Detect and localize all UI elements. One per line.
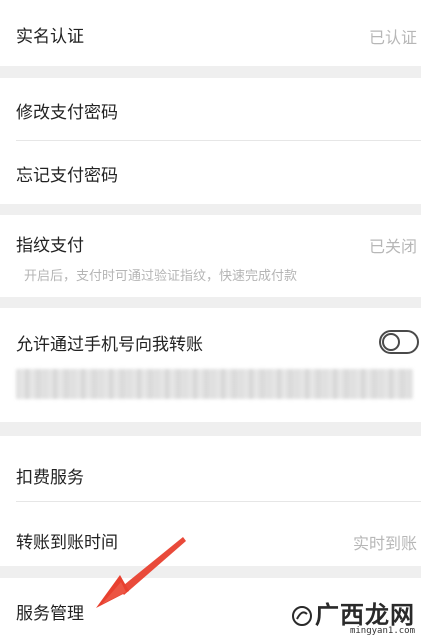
phone-transfer-label: 允许通过手机号向我转账 xyxy=(16,335,203,355)
fingerprint-pay-status: 已关闭 xyxy=(368,237,417,256)
deduction-service-label: 扣费服务 xyxy=(16,468,84,488)
blurred-phone-number xyxy=(16,369,413,399)
change-pay-password-label: 修改支付密码 xyxy=(16,103,118,123)
row-fingerprint-pay[interactable]: 指纹支付 已关闭 开启后，支付时可通过验证指纹，快速完成付款 xyxy=(0,215,421,297)
transfer-arrival-time-label: 转账到账时间 xyxy=(16,533,118,553)
real-name-label: 实名认证 xyxy=(16,27,84,47)
row-change-pay-password[interactable]: 修改支付密码 xyxy=(0,78,421,141)
row-phone-transfer[interactable]: 允许通过手机号向我转账 xyxy=(0,308,421,368)
toggle-knob xyxy=(382,333,400,351)
group-phone-transfer: 允许通过手机号向我转账 xyxy=(0,308,421,422)
group-password: 修改支付密码 忘记支付密码 xyxy=(0,78,421,204)
row-forgot-pay-password[interactable]: 忘记支付密码 xyxy=(0,141,421,204)
group-services: 扣费服务 转账到账时间 实时到账 xyxy=(0,436,421,566)
phone-transfer-toggle[interactable] xyxy=(379,330,419,354)
fingerprint-pay-label: 指纹支付 xyxy=(16,236,84,256)
group-fingerprint: 指纹支付 已关闭 开启后，支付时可通过验证指纹，快速完成付款 xyxy=(0,215,421,297)
forgot-pay-password-label: 忘记支付密码 xyxy=(16,166,118,186)
group-service-management: 服务管理 xyxy=(0,578,421,638)
transfer-arrival-time-value: 实时到账 xyxy=(352,534,417,553)
real-name-status: 已认证 xyxy=(368,28,417,47)
row-service-management[interactable]: 服务管理 xyxy=(0,578,421,638)
group-real-name: 实名认证 已认证 xyxy=(0,0,421,66)
row-transfer-arrival-time[interactable]: 转账到账时间 实时到账 xyxy=(0,502,421,566)
service-management-label: 服务管理 xyxy=(16,604,84,624)
row-deduction-service[interactable]: 扣费服务 xyxy=(0,436,421,502)
row-real-name[interactable]: 实名认证 已认证 xyxy=(0,0,421,66)
fingerprint-pay-hint: 开启后，支付时可通过验证指纹，快速完成付款 xyxy=(24,269,298,284)
